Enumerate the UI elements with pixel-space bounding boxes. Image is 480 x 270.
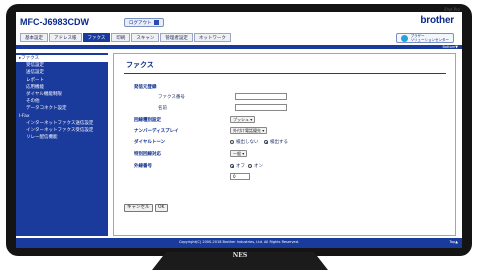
logout-button[interactable]: ログアウト <box>124 18 164 27</box>
outside-line-on-label: オン <box>254 164 263 169</box>
section-header: 発信元登録 <box>134 85 157 90</box>
dial-tone-on-label: 検出する <box>270 140 288 145</box>
line-type-label: 回線種別設定 <box>134 118 161 123</box>
top-link[interactable]: Top▲ <box>449 240 458 244</box>
brother-logo: brother <box>420 15 454 26</box>
dial-tone-off-label: 検出しない <box>236 140 259 145</box>
outside-line-option-off[interactable]: オフ <box>230 163 245 169</box>
name-label: 名前 <box>158 106 167 111</box>
radio-checked-icon <box>264 140 268 144</box>
solutions-label-2: ソリューションセンター <box>410 38 449 42</box>
sidebar-item-data-connect[interactable]: データコネクト設定 <box>16 105 108 112</box>
tab-scan[interactable]: スキャン <box>131 33 160 42</box>
sidebar-item-ifax-send[interactable]: インターネットファクス送信設定 <box>16 120 108 127</box>
sidebar-item-advanced[interactable]: 応用機能 <box>16 84 108 91</box>
sidebar-item-fax[interactable]: ▸ファクス <box>16 55 108 63</box>
sidebar: ▸ファクス 受信設定 送信設定 レポート 応用機能 ダイヤル機能制限 その他 デ… <box>16 53 108 236</box>
title-divider <box>124 73 446 74</box>
sidebar-item-send-settings[interactable]: 送信設定 <box>16 69 108 76</box>
number-display-label: ナンバーディスプレイ <box>134 129 179 134</box>
sidebar-item-ifax[interactable]: I-Fax <box>16 113 108 120</box>
page-title: ファクス <box>126 61 154 69</box>
page-header: MFC-J6983CDW ログアウト brother 基本設定 アドレス帳 ファ… <box>16 12 462 44</box>
solutions-icon <box>400 34 408 42</box>
main-tabs: 基本設定 アドレス帳 ファクス 印刷 スキャン 管理者設定 ネットワーク <box>20 33 231 42</box>
outside-line-number-field[interactable]: 0 <box>230 173 250 180</box>
sidebar-item-ifax-receive[interactable]: インターネットファクス受信設定 <box>16 127 108 134</box>
monitor-bezel: iPad Pro MFC-J6983CDW ログアウト brother 基本設定… <box>6 4 472 256</box>
tab-admin[interactable]: 管理者設定 <box>160 33 193 42</box>
line-type-value: プッシュ <box>233 117 249 122</box>
tab-basic[interactable]: 基本設定 <box>20 33 48 42</box>
sidebar-item-receive-settings[interactable]: 受信設定 <box>16 62 108 69</box>
radio-icon <box>248 164 252 168</box>
line-type-select[interactable]: プッシュ ▾ <box>230 116 256 123</box>
special-line-value: 一般 <box>233 151 241 156</box>
fax-number-field[interactable] <box>235 93 287 100</box>
dial-tone-label: ダイヤルトーン <box>134 140 166 145</box>
radio-icon <box>230 140 234 144</box>
number-display-select[interactable]: 外付け電話優先 ▾ <box>230 127 268 134</box>
stand-brand-label: NES <box>232 252 248 259</box>
name-field[interactable] <box>235 104 287 111</box>
sidebar-item-other[interactable]: その他 <box>16 98 108 105</box>
special-line-label: 特別回線対応 <box>134 152 161 157</box>
sidebar-item-relay[interactable]: リレー配信機能 <box>16 134 108 141</box>
outside-line-label: 外線番号 <box>134 164 152 169</box>
logout-label: ログアウト <box>129 21 152 26</box>
dial-tone-option-off[interactable]: 検出しない <box>230 139 259 145</box>
bottom-link[interactable]: Bottom▼ <box>442 45 458 49</box>
tab-fax[interactable]: ファクス <box>82 33 111 42</box>
outside-line-off-label: オフ <box>236 164 245 169</box>
special-line-select[interactable]: 一般 ▾ <box>230 150 248 157</box>
header-bar <box>16 45 462 49</box>
outside-line-option-on[interactable]: オン <box>248 163 263 169</box>
logout-icon <box>153 20 159 25</box>
page-footer: Copyright(C) 2000-2018 Brother Industrie… <box>16 238 462 248</box>
tab-address-book[interactable]: アドレス帳 <box>49 33 82 42</box>
solutions-center-button[interactable]: ブラザー ソリューションセンター <box>395 33 454 43</box>
cancel-button[interactable]: キャンセル <box>124 204 153 212</box>
tab-network[interactable]: ネットワーク <box>193 33 231 42</box>
number-display-value: 外付け電話優先 <box>233 128 261 133</box>
sidebar-item-report[interactable]: レポート <box>16 77 108 84</box>
copyright-text: Copyright(C) 2000-2018 Brother Industrie… <box>178 240 300 244</box>
fax-number-label: ファクス番号 <box>158 95 185 100</box>
sidebar-item-dial-restriction[interactable]: ダイヤル機能制限 <box>16 91 108 98</box>
radio-checked-icon <box>230 164 234 168</box>
main-panel: ファクス 発信元登録 ファクス番号 名前 回線種別設定 プッシュ ▾ ナンバーデ… <box>113 53 456 236</box>
browser-screen: MFC-J6983CDW ログアウト brother 基本設定 アドレス帳 ファ… <box>16 12 462 248</box>
model-name: MFC-J6983CDW <box>20 17 90 27</box>
tab-print[interactable]: 印刷 <box>111 33 131 42</box>
dial-tone-option-on[interactable]: 検出する <box>264 139 288 145</box>
ok-button[interactable]: OK <box>155 204 168 212</box>
